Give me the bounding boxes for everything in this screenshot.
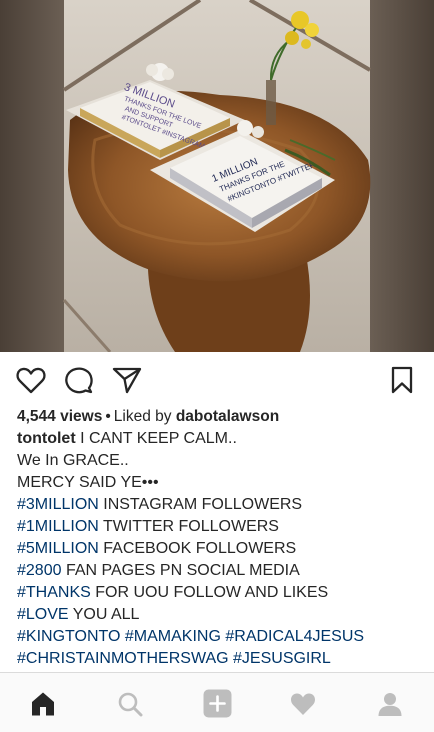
nav-search-button[interactable] — [117, 691, 143, 717]
hashtag-link[interactable]: #LOVE — [17, 606, 69, 623]
separator-dot: • — [105, 408, 111, 425]
hashtag-link[interactable]: #JESUSGIRL — [233, 650, 331, 667]
views-and-likes: 4,544 views • Liked by dabotalawson — [17, 406, 427, 428]
activity-heart-icon — [291, 693, 315, 715]
profile-icon — [378, 693, 402, 716]
caption-line: #5MILLION FACEBOOK FOLLOWERS — [17, 538, 427, 560]
post-details: 4,544 views • Liked by dabotalawson tontol… — [17, 406, 427, 670]
caption-line: #3MILLION INSTAGRAM FOLLOWERS — [17, 494, 427, 516]
cakes-on-table-image: 3 MILLION THANKS FOR THE LOVE AND SUPPOR… — [0, 0, 434, 352]
post-action-bar — [0, 352, 434, 406]
caption-text: TWITTER FOLLOWERS — [98, 518, 279, 535]
caption-line: #1MILLION TWITTER FOLLOWERS — [17, 516, 427, 538]
like-button[interactable] — [16, 366, 46, 394]
caption-text: MERCY SAID YE••• — [17, 474, 159, 491]
hashtag-link[interactable]: #1MILLION — [17, 518, 99, 535]
caption-text: FACEBOOK FOLLOWERS — [98, 540, 297, 557]
comment-button[interactable] — [64, 366, 94, 394]
home-icon — [32, 692, 54, 716]
hashtag-link[interactable]: #RADICAL4JESUS — [225, 628, 364, 645]
save-button[interactable] — [389, 366, 415, 394]
comment-bubble-icon — [65, 367, 93, 394]
caption-text: I CANT KEEP CALM.. — [80, 430, 237, 447]
hashtag-line: #CHRISTAINMOTHERSWAG #JESUSGIRL — [17, 648, 427, 670]
caption-line: #THANKS FOR UOU FOLLOW AND LIKES — [17, 582, 427, 604]
caption-text: FAN PAGES PN SOCIAL MEDIA — [61, 562, 300, 579]
add-post-icon — [203, 689, 232, 718]
caption-line: #LOVE YOU ALL — [17, 604, 427, 626]
caption-text: YOU ALL — [68, 606, 140, 623]
hashtag-link[interactable]: #THANKS — [17, 584, 91, 601]
hashtag-link[interactable]: #5MILLION — [17, 540, 99, 557]
post-photo[interactable]: 3 MILLION THANKS FOR THE LOVE AND SUPPOR… — [0, 0, 434, 352]
hashtag-line: #KINGTONTO #MAMAKING #RADICAL4JESUS — [17, 626, 427, 648]
nav-activity-button[interactable] — [290, 691, 316, 717]
hashtag-link[interactable]: #3MILLION — [17, 496, 99, 513]
caption-line: tontolet I CANT KEEP CALM.. — [17, 428, 427, 450]
hashtag-link[interactable]: #MAMAKING — [125, 628, 221, 645]
hashtag-link[interactable]: #KINGTONTO — [17, 628, 120, 645]
author-username[interactable]: tontolet — [17, 430, 76, 447]
liked-by-prefix: Liked by — [113, 408, 172, 425]
paper-plane-icon — [112, 367, 142, 394]
bottom-navigation — [0, 672, 434, 732]
nav-add-post-button[interactable] — [203, 689, 232, 718]
liked-by-username[interactable]: dabotalawson — [176, 408, 279, 425]
heart-outline-icon — [16, 367, 46, 394]
caption-line: #2800 FAN PAGES PN SOCIAL MEDIA — [17, 560, 427, 582]
views-count[interactable]: 4,544 views — [17, 408, 102, 425]
caption-text: FOR UOU FOLLOW AND LIKES — [90, 584, 329, 601]
hashtag-link[interactable]: #CHRISTAINMOTHERSWAG — [17, 650, 229, 667]
caption-line: MERCY SAID YE••• — [17, 472, 427, 494]
nav-profile-button[interactable] — [377, 691, 403, 717]
caption-text: INSTAGRAM FOLLOWERS — [98, 496, 303, 513]
hashtag-link[interactable]: #2800 — [17, 562, 62, 579]
share-button[interactable] — [112, 366, 142, 394]
nav-home-button[interactable] — [30, 691, 56, 717]
search-icon — [118, 692, 143, 717]
caption-line: We In GRACE.. — [17, 450, 427, 472]
caption-text: We In GRACE.. — [17, 452, 129, 469]
bookmark-icon — [391, 366, 413, 394]
